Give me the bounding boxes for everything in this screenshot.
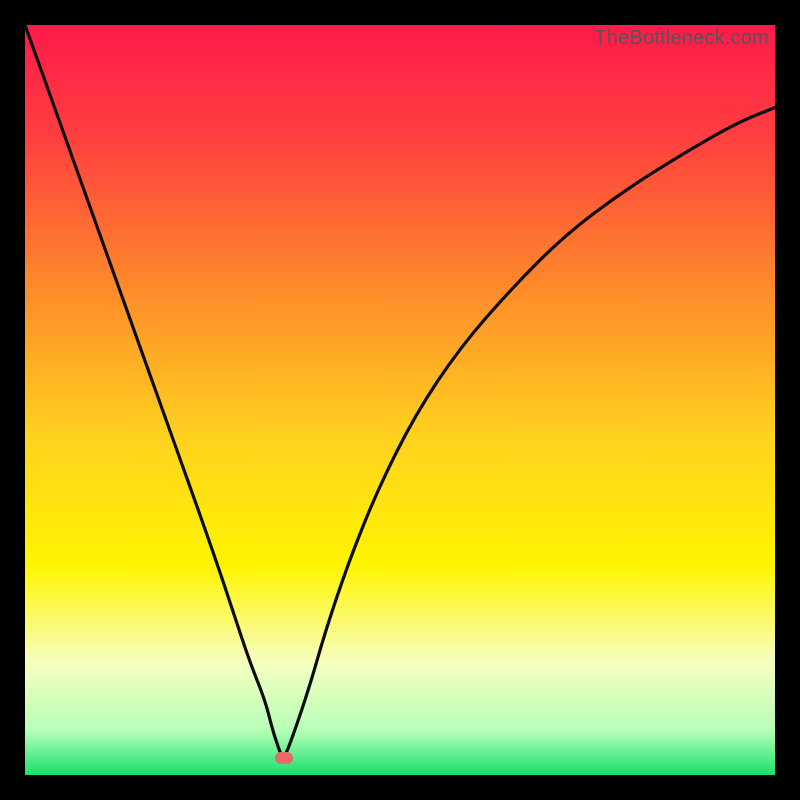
plot-frame: TheBottleneck.com: [25, 25, 775, 775]
watermark-text: TheBottleneck.com: [594, 27, 769, 50]
bottleneck-curve: [25, 25, 775, 775]
optimal-point-marker: [275, 752, 293, 764]
